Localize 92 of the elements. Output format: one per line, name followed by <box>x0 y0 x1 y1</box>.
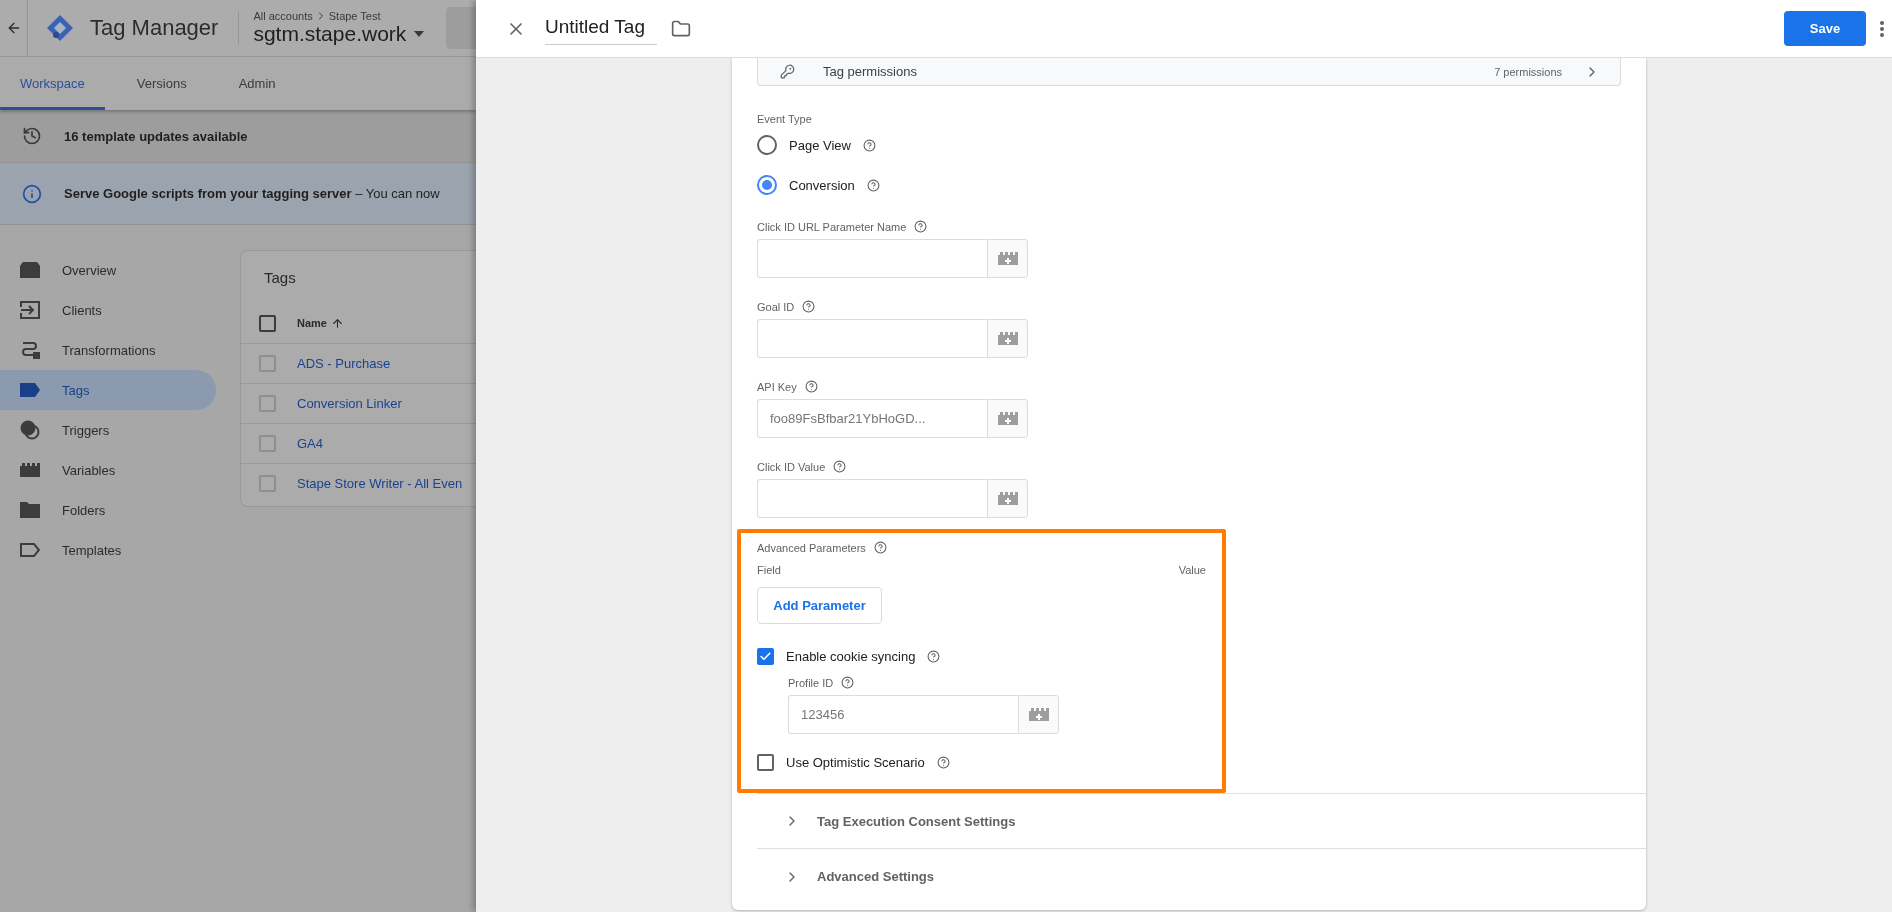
help-icon[interactable] <box>866 178 880 192</box>
radio-button[interactable] <box>757 175 777 195</box>
overlapping-circles-icon <box>20 420 40 440</box>
field-label: Goal ID <box>757 300 795 313</box>
tag-link[interactable]: Stape Store Writer - All Even <box>297 476 463 491</box>
row-checkbox[interactable] <box>259 395 276 412</box>
add-parameter-button[interactable]: Add Parameter <box>757 587 882 624</box>
help-icon[interactable] <box>833 460 847 473</box>
checkbox[interactable] <box>757 754 774 771</box>
field-label: API Key <box>757 380 797 393</box>
row-checkbox[interactable] <box>259 355 276 372</box>
checkbox-label: Enable cookie syncing <box>786 649 916 664</box>
sidebar-item[interactable]: Templates <box>0 530 216 570</box>
checkbox-label: Use Optimistic Scenario <box>786 755 925 770</box>
breadcrumb-link[interactable]: All accounts <box>253 10 313 22</box>
help-icon[interactable] <box>936 756 950 769</box>
help-icon[interactable] <box>802 300 816 313</box>
help-icon[interactable] <box>914 220 928 233</box>
text-field[interactable] <box>757 479 987 518</box>
checkmark-icon <box>759 650 772 663</box>
nav-tab[interactable]: Versions <box>116 57 207 110</box>
text-field[interactable]: 123456 <box>788 695 1018 734</box>
text-field[interactable] <box>757 319 987 358</box>
variable-button[interactable] <box>987 479 1028 518</box>
tag-name-field[interactable]: Untitled Tag <box>545 12 657 45</box>
variable-button[interactable] <box>1018 695 1059 734</box>
radio-label: Page View <box>789 137 851 153</box>
key-icon <box>780 64 795 79</box>
variable-icon <box>997 492 1018 505</box>
save-button[interactable]: Save <box>1784 11 1866 46</box>
nav-tab[interactable]: Admin <box>218 57 296 110</box>
help-icon[interactable] <box>873 541 887 554</box>
more-icon <box>1880 20 1884 37</box>
row-checkbox[interactable] <box>259 475 276 492</box>
app-title: Tag Manager <box>90 15 219 41</box>
variable-button[interactable] <box>987 319 1028 358</box>
tag-icon <box>20 383 40 397</box>
sign-in-icon <box>20 301 40 319</box>
tag-link[interactable]: GA4 <box>297 436 323 451</box>
banner-text: Serve Google scripts from your tagging server – You can now <box>64 186 440 201</box>
select-all-checkbox[interactable] <box>259 314 276 332</box>
sidebar-item[interactable]: Overview <box>0 250 216 290</box>
field-label: Click ID Value <box>757 460 826 473</box>
collapsible-section[interactable]: Tag Execution Consent Settings <box>757 794 1646 849</box>
tag-link[interactable]: ADS - Purchase <box>297 356 391 371</box>
briefcase-icon <box>20 262 40 278</box>
route-icon <box>20 341 40 359</box>
sidebar-item[interactable]: Transformations <box>0 330 216 370</box>
collapsible-section[interactable]: Advanced Settings <box>757 849 1646 904</box>
column-header[interactable]: Name <box>297 316 344 330</box>
tag-link[interactable]: Conversion Linker <box>297 396 402 411</box>
radio-label: Conversion <box>789 177 855 193</box>
permissions-row[interactable]: Tag permissions 7 permissions <box>757 58 1621 86</box>
checkbox[interactable] <box>757 648 774 665</box>
column-header: Field <box>757 564 781 576</box>
folder-icon <box>20 502 40 518</box>
sort-arrow-icon <box>330 316 344 330</box>
folder-icon <box>671 18 691 39</box>
help-icon[interactable] <box>862 138 876 152</box>
field-label: Profile ID <box>788 676 834 689</box>
text-field[interactable]: foo89FsBfbar21YbHoGD... <box>757 399 987 438</box>
label-outline-icon <box>20 543 40 557</box>
sidebar-item[interactable]: Triggers <box>0 410 216 450</box>
variable-icon <box>997 332 1018 345</box>
variable-button[interactable] <box>987 239 1028 278</box>
brick-icon <box>20 463 40 477</box>
sidebar-item[interactable]: Clients <box>0 290 216 330</box>
sidebar-item[interactable]: Folders <box>0 490 216 530</box>
field-label: Click ID URL Parameter Name <box>757 220 907 233</box>
row-checkbox[interactable] <box>259 435 276 452</box>
field-label: Event Type <box>757 113 813 125</box>
help-icon[interactable] <box>927 650 941 663</box>
caret-icon <box>414 31 425 37</box>
logo-icon <box>46 14 74 42</box>
variable-button[interactable] <box>987 399 1028 438</box>
sidebar-item[interactable]: Tags <box>0 370 216 410</box>
variable-icon <box>1028 708 1049 721</box>
info-icon <box>22 183 42 204</box>
panel-title: Tags <box>263 268 297 288</box>
variable-icon <box>997 252 1018 265</box>
section-label: Advanced Parameters <box>757 541 866 554</box>
history-icon <box>22 126 42 146</box>
variable-icon <box>997 412 1018 425</box>
sidebar-item[interactable]: Variables <box>0 450 216 490</box>
template-updates-notice[interactable]: 16 template updates available <box>64 128 248 144</box>
container-selector[interactable]: sgtm.stape.work <box>253 22 425 46</box>
help-icon[interactable] <box>804 380 818 393</box>
help-icon[interactable] <box>841 676 855 689</box>
text-field[interactable] <box>757 239 987 278</box>
column-header: Value <box>1178 564 1206 576</box>
radio-button[interactable] <box>757 135 777 155</box>
breadcrumb-link[interactable]: Stape Test <box>328 10 381 22</box>
